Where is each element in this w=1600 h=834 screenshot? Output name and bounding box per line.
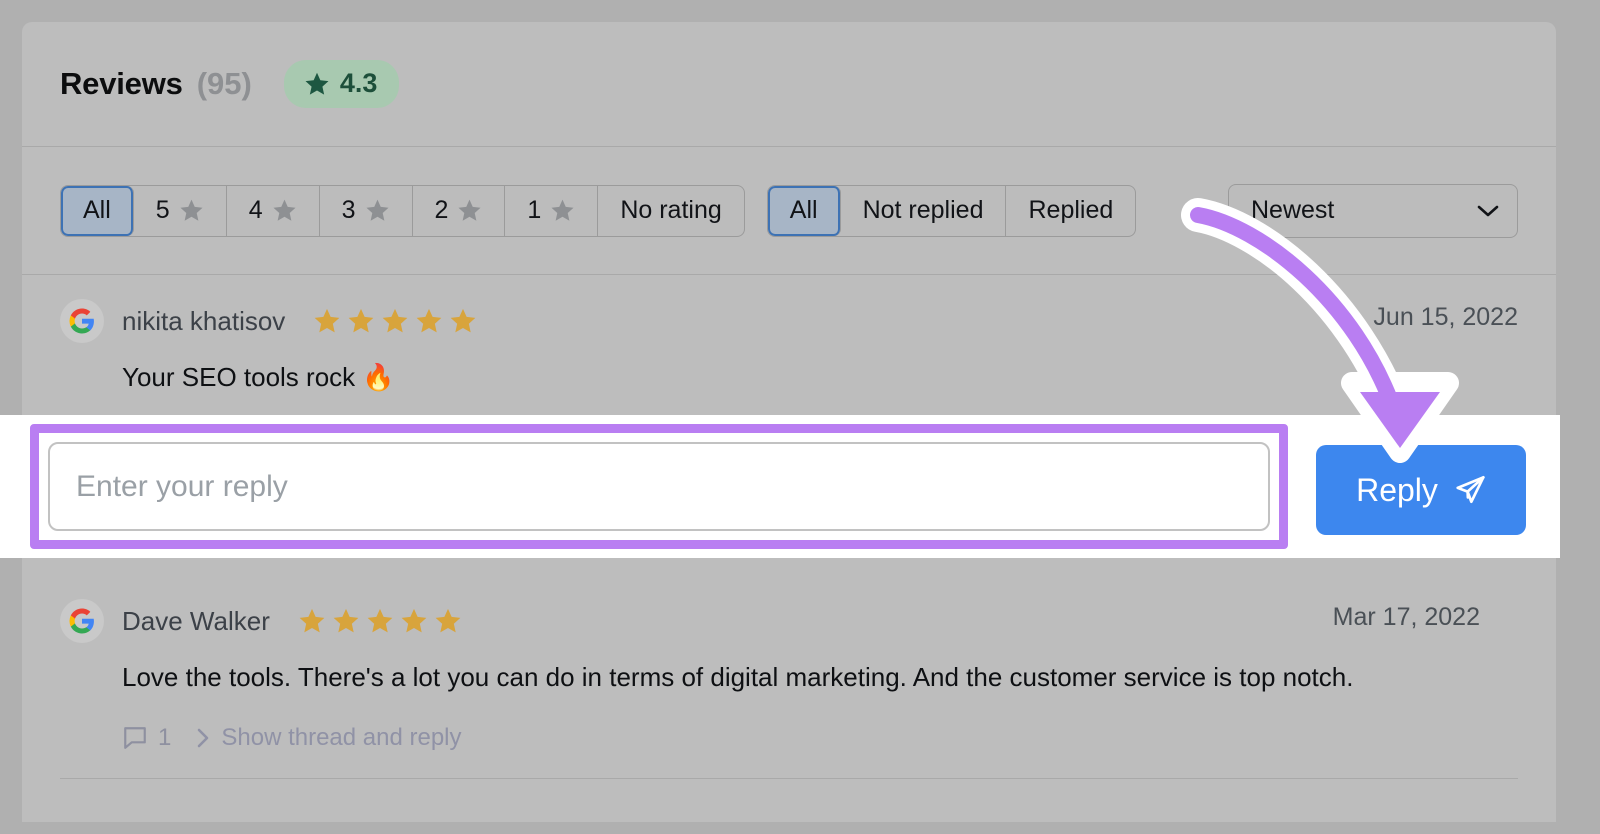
rating-filter-2-label: 2 <box>435 196 449 225</box>
star-icon <box>365 198 390 223</box>
reply-input[interactable]: Enter your reply <box>48 442 1270 531</box>
star-icon <box>304 71 330 97</box>
reply-composer-band: Enter your reply Reply <box>0 415 1560 558</box>
reply-filter-all[interactable]: All <box>768 186 841 236</box>
star-icon <box>400 607 428 635</box>
screenshot-root: Reviews (95) 4.3 All 5 <box>0 0 1600 834</box>
sort-dropdown-value: Newest <box>1251 196 1334 225</box>
reply-filter-all-label: All <box>790 196 818 225</box>
review-header: Dave Walker Mar 17, 2022 <box>60 575 1518 643</box>
star-icon <box>298 607 326 635</box>
filter-bar: All 5 4 3 2 1 <box>22 147 1556 275</box>
reply-button-label: Reply <box>1356 472 1438 509</box>
review-date: Mar 17, 2022 <box>1333 603 1480 632</box>
rating-filter-1-label: 1 <box>527 196 541 225</box>
rating-filter-4-label: 4 <box>249 196 263 225</box>
star-icon <box>366 607 394 635</box>
rating-filter-no-rating[interactable]: No rating <box>598 186 743 236</box>
rating-filter-4[interactable]: 4 <box>227 186 320 236</box>
star-icon <box>415 307 443 335</box>
rating-value: 4.3 <box>340 68 378 99</box>
review-divider <box>60 778 1518 779</box>
rating-filter-5[interactable]: 5 <box>134 186 227 236</box>
reply-filter-not-replied[interactable]: Not replied <box>841 186 1007 236</box>
review-header: nikita khatisov Jun 15, 2022 <box>60 275 1518 343</box>
review-rating-stars <box>298 607 462 635</box>
star-icon <box>449 307 477 335</box>
rating-badge: 4.3 <box>284 60 400 108</box>
rating-filter-2[interactable]: 2 <box>413 186 506 236</box>
google-icon <box>69 308 95 334</box>
page-title: Reviews <box>60 66 183 102</box>
review-text: Love the tools. There's a lot you can do… <box>60 643 1518 694</box>
review-author: Dave Walker <box>122 606 270 637</box>
star-icon <box>381 307 409 335</box>
review-item: nikita khatisov Jun 15, 2022 Your SEO to… <box>22 275 1556 394</box>
rating-filter-3[interactable]: 3 <box>320 186 413 236</box>
send-icon <box>1454 474 1486 506</box>
reply-filter-replied[interactable]: Replied <box>1006 186 1135 236</box>
review-text: Your SEO tools rock 🔥 <box>60 343 1518 394</box>
sort-dropdown[interactable]: Newest <box>1228 184 1518 238</box>
star-icon <box>550 198 575 223</box>
google-icon <box>69 608 95 634</box>
star-icon <box>179 198 204 223</box>
review-date: Jun 15, 2022 <box>1373 303 1518 332</box>
comment-icon <box>122 725 148 751</box>
reviews-title-wrap: Reviews (95) 4.3 <box>60 60 399 108</box>
rating-filter-5-label: 5 <box>156 196 170 225</box>
avatar <box>60 299 104 343</box>
reply-filter-replied-label: Replied <box>1028 196 1113 225</box>
review-rating-stars <box>313 307 477 335</box>
reviews-header: Reviews (95) 4.3 <box>22 22 1556 147</box>
show-thread-link[interactable]: 1 Show thread and reply <box>60 694 1518 752</box>
reply-status-filter-group: All Not replied Replied <box>767 185 1136 237</box>
rating-filter-group: All 5 4 3 2 1 <box>60 185 745 237</box>
reply-input-placeholder: Enter your reply <box>76 470 288 504</box>
star-icon <box>434 607 462 635</box>
reply-button[interactable]: Reply <box>1316 445 1526 535</box>
star-icon <box>457 198 482 223</box>
review-item: Dave Walker Mar 17, 2022 Love the tools.… <box>22 575 1556 779</box>
rating-filter-all-label: All <box>83 196 111 225</box>
rating-filter-3-label: 3 <box>342 196 356 225</box>
reviews-count: (95) <box>197 66 252 102</box>
chevron-down-icon <box>1477 204 1499 218</box>
reply-filter-not-replied-label: Not replied <box>863 196 984 225</box>
rating-filter-no-rating-label: No rating <box>620 196 721 225</box>
star-icon <box>332 607 360 635</box>
rating-filter-all[interactable]: All <box>61 186 134 236</box>
chevron-right-icon <box>195 727 211 749</box>
rating-filter-1[interactable]: 1 <box>505 186 598 236</box>
show-thread-label: Show thread and reply <box>221 724 461 752</box>
star-icon <box>347 307 375 335</box>
thread-count: 1 <box>158 724 171 752</box>
star-icon <box>272 198 297 223</box>
avatar <box>60 599 104 643</box>
review-author: nikita khatisov <box>122 306 285 337</box>
star-icon <box>313 307 341 335</box>
